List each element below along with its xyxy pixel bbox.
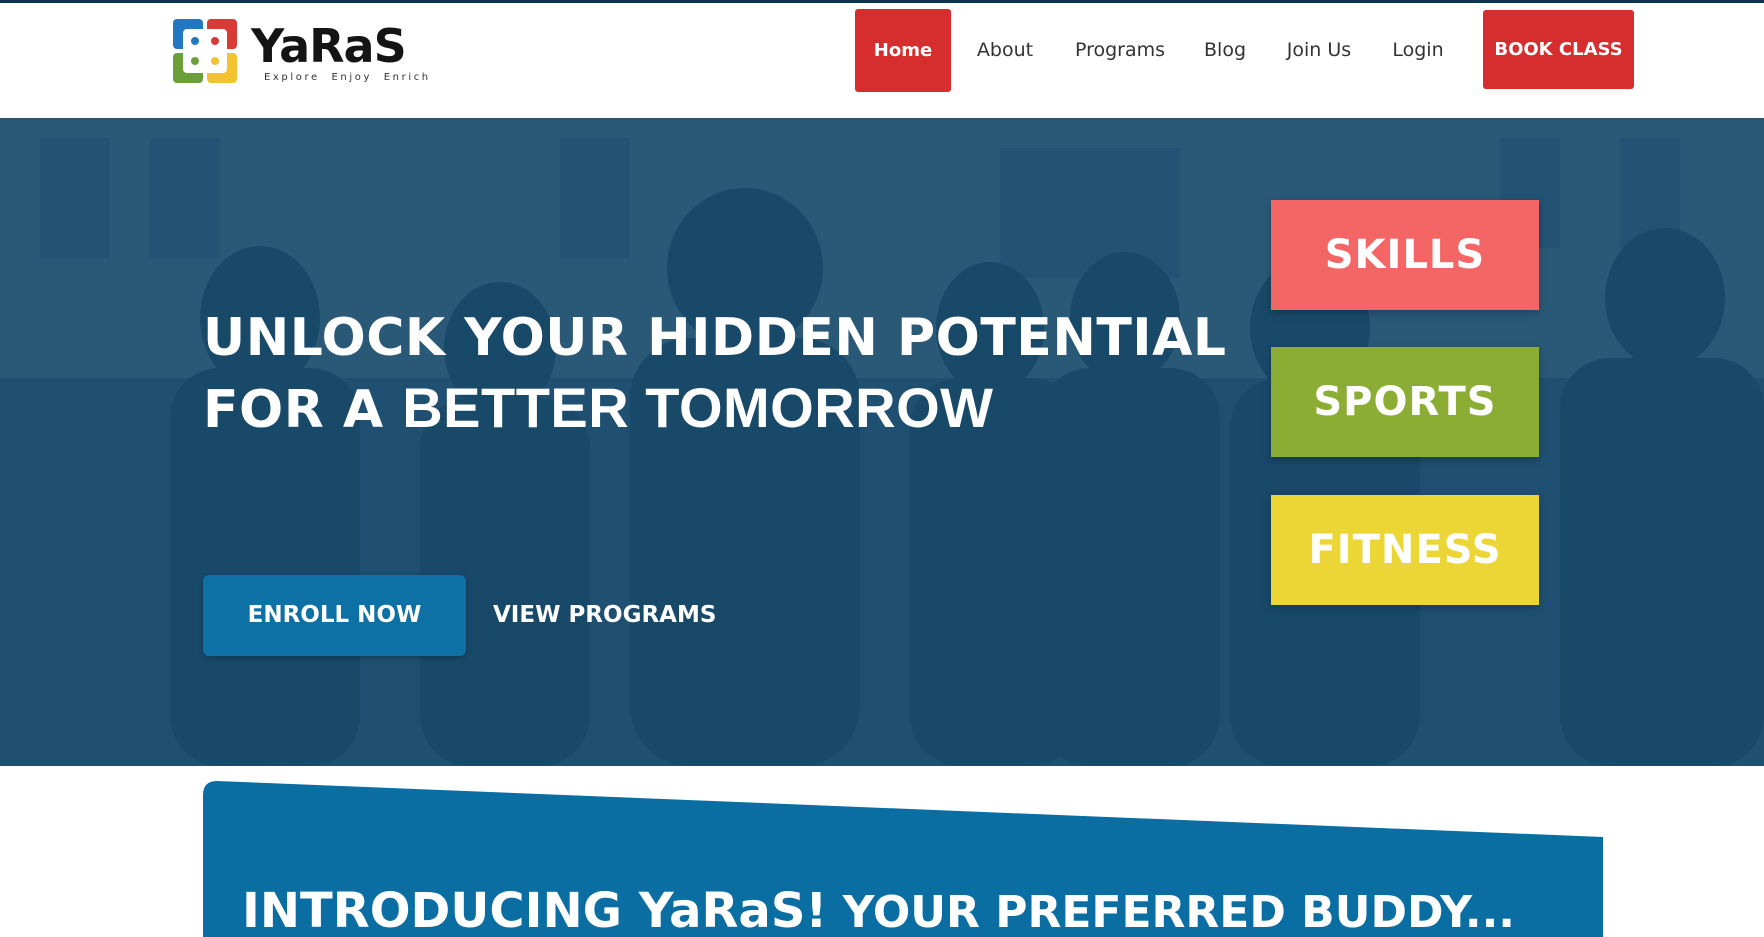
intro-section: INTRODUCING YaRaS! YOUR PREFERRED BUDDY.… [0,766,1764,937]
hero-headline: UNLOCK YOUR HIDDEN POTENTIAL FOR A BETTE… [203,303,1227,445]
nav-item-about[interactable]: About [965,9,1045,92]
headline-line-2: FOR A BETTER TOMORROW [203,373,1227,445]
book-class-button[interactable]: BOOK CLASS [1483,10,1634,89]
intro-heading: INTRODUCING YaRaS! YOUR PREFERRED BUDDY.… [242,886,1515,937]
headline-line-2-prefix: FOR A [203,380,403,440]
headline-line-2-bold: BETTER TOMORROW [402,376,994,439]
headline-line-1: UNLOCK YOUR HIDDEN POTENTIAL [203,308,1227,368]
logo-mark-icon [173,19,237,83]
nav-item-blog[interactable]: Blog [1195,9,1255,92]
logo-name: YaRaS [251,19,407,73]
fitness-tile[interactable]: FITNESS [1271,495,1539,605]
intro-heading-rest: YOUR PREFERRED BUDDY... [827,887,1516,937]
view-programs-link[interactable]: VIEW PROGRAMS [493,575,716,656]
nav-item-join-us[interactable]: Join Us [1277,9,1361,92]
skills-tile[interactable]: SKILLS [1271,200,1539,310]
hero-section: UNLOCK YOUR HIDDEN POTENTIAL FOR A BETTE… [0,118,1764,766]
nav-item-home[interactable]: Home [855,9,951,92]
sports-tile[interactable]: SPORTS [1271,347,1539,457]
logo-tagline: Explore Enjoy Enrich [264,72,431,83]
nav-item-programs[interactable]: Programs [1065,9,1175,92]
nav-item-login[interactable]: Login [1384,9,1452,92]
enroll-now-button[interactable]: ENROLL NOW [203,575,466,656]
intro-heading-strong: INTRODUCING YaRaS! [242,883,828,937]
page: YaRaS Explore Enjoy Enrich Home About Pr… [0,0,1764,937]
site-logo[interactable]: YaRaS Explore Enjoy Enrich [171,14,428,86]
site-header: YaRaS Explore Enjoy Enrich Home About Pr… [0,3,1764,118]
